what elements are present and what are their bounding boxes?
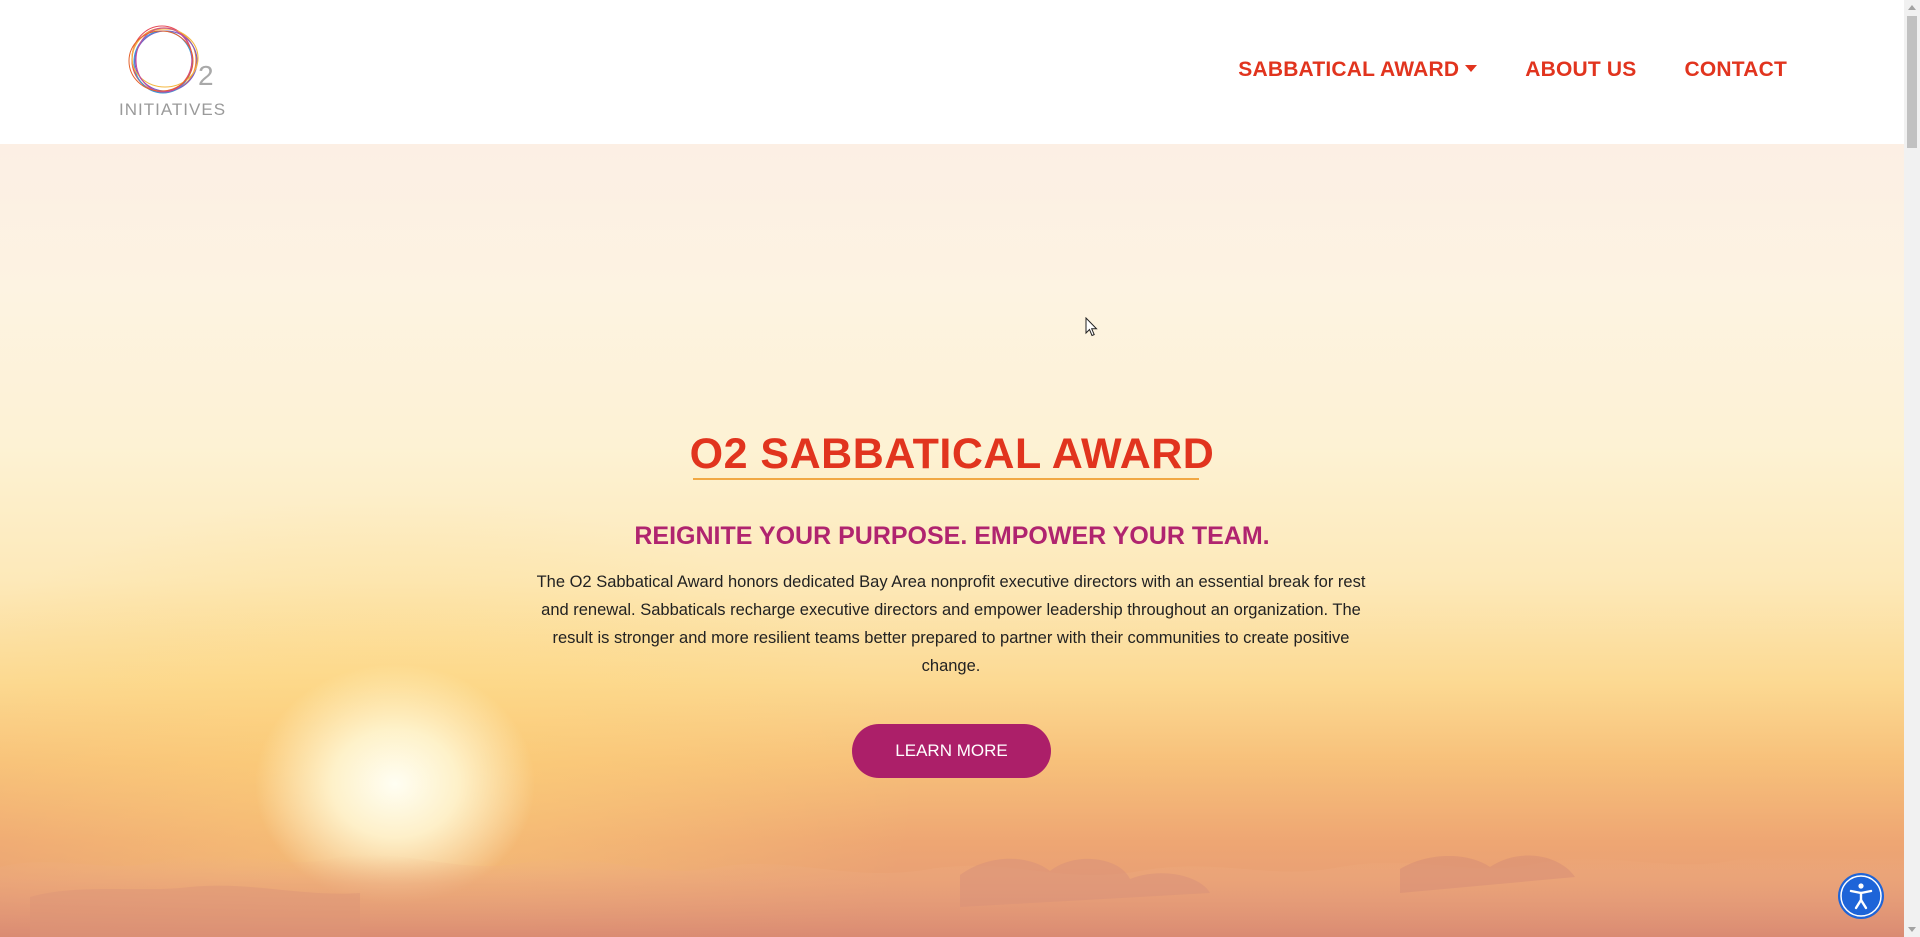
chevron-down-icon: [1465, 64, 1478, 72]
scroll-down-arrow-icon[interactable]: [1908, 927, 1916, 932]
page-title: O2 SABBATICAL AWARD: [689, 430, 1215, 478]
mouse-pointer-icon: [1085, 317, 1098, 337]
logo-circles-icon: [128, 25, 199, 94]
learn-more-button[interactable]: LEARN MORE: [852, 724, 1051, 778]
nav-item-label: ABOUT US: [1525, 58, 1637, 81]
o2-initiatives-logo[interactable]: 2 INITIATIVES: [118, 22, 228, 122]
page: 2 INITIATIVES SABBATICAL AWARD ABOUT US …: [0, 0, 1920, 937]
logo-wordmark: INITIATIVES: [119, 100, 227, 119]
nav-item-sabbatical-award[interactable]: SABBATICAL AWARD: [1238, 58, 1478, 82]
accessibility-button[interactable]: [1838, 873, 1884, 919]
accessibility-icon: [1840, 875, 1882, 917]
main-nav: SABBATICAL AWARD ABOUT US CONTACT: [1238, 58, 1787, 82]
nav-item-label: CONTACT: [1684, 58, 1787, 81]
title-underline: [693, 478, 1199, 480]
site-header: 2 INITIATIVES SABBATICAL AWARD ABOUT US …: [0, 0, 1904, 144]
cloud-layer-image: [0, 854, 1904, 937]
hero-description: The O2 Sabbatical Award honors dedicated…: [536, 573, 1366, 675]
logo-superscript: 2: [198, 60, 214, 91]
nav-item-label: SABBATICAL AWARD: [1238, 58, 1460, 81]
hero-subtitle: REIGNITE YOUR PURPOSE. EMPOWER YOUR TEAM…: [634, 522, 1270, 550]
nav-item-about-us[interactable]: ABOUT US: [1525, 58, 1636, 82]
vertical-scrollbar[interactable]: [1904, 0, 1920, 937]
nav-item-contact[interactable]: CONTACT: [1685, 58, 1788, 82]
scrollbar-thumb[interactable]: [1907, 16, 1917, 148]
hero-section: O2 SABBATICAL AWARD REIGNITE YOUR PURPOS…: [0, 144, 1904, 937]
scroll-up-arrow-icon[interactable]: [1908, 5, 1916, 10]
